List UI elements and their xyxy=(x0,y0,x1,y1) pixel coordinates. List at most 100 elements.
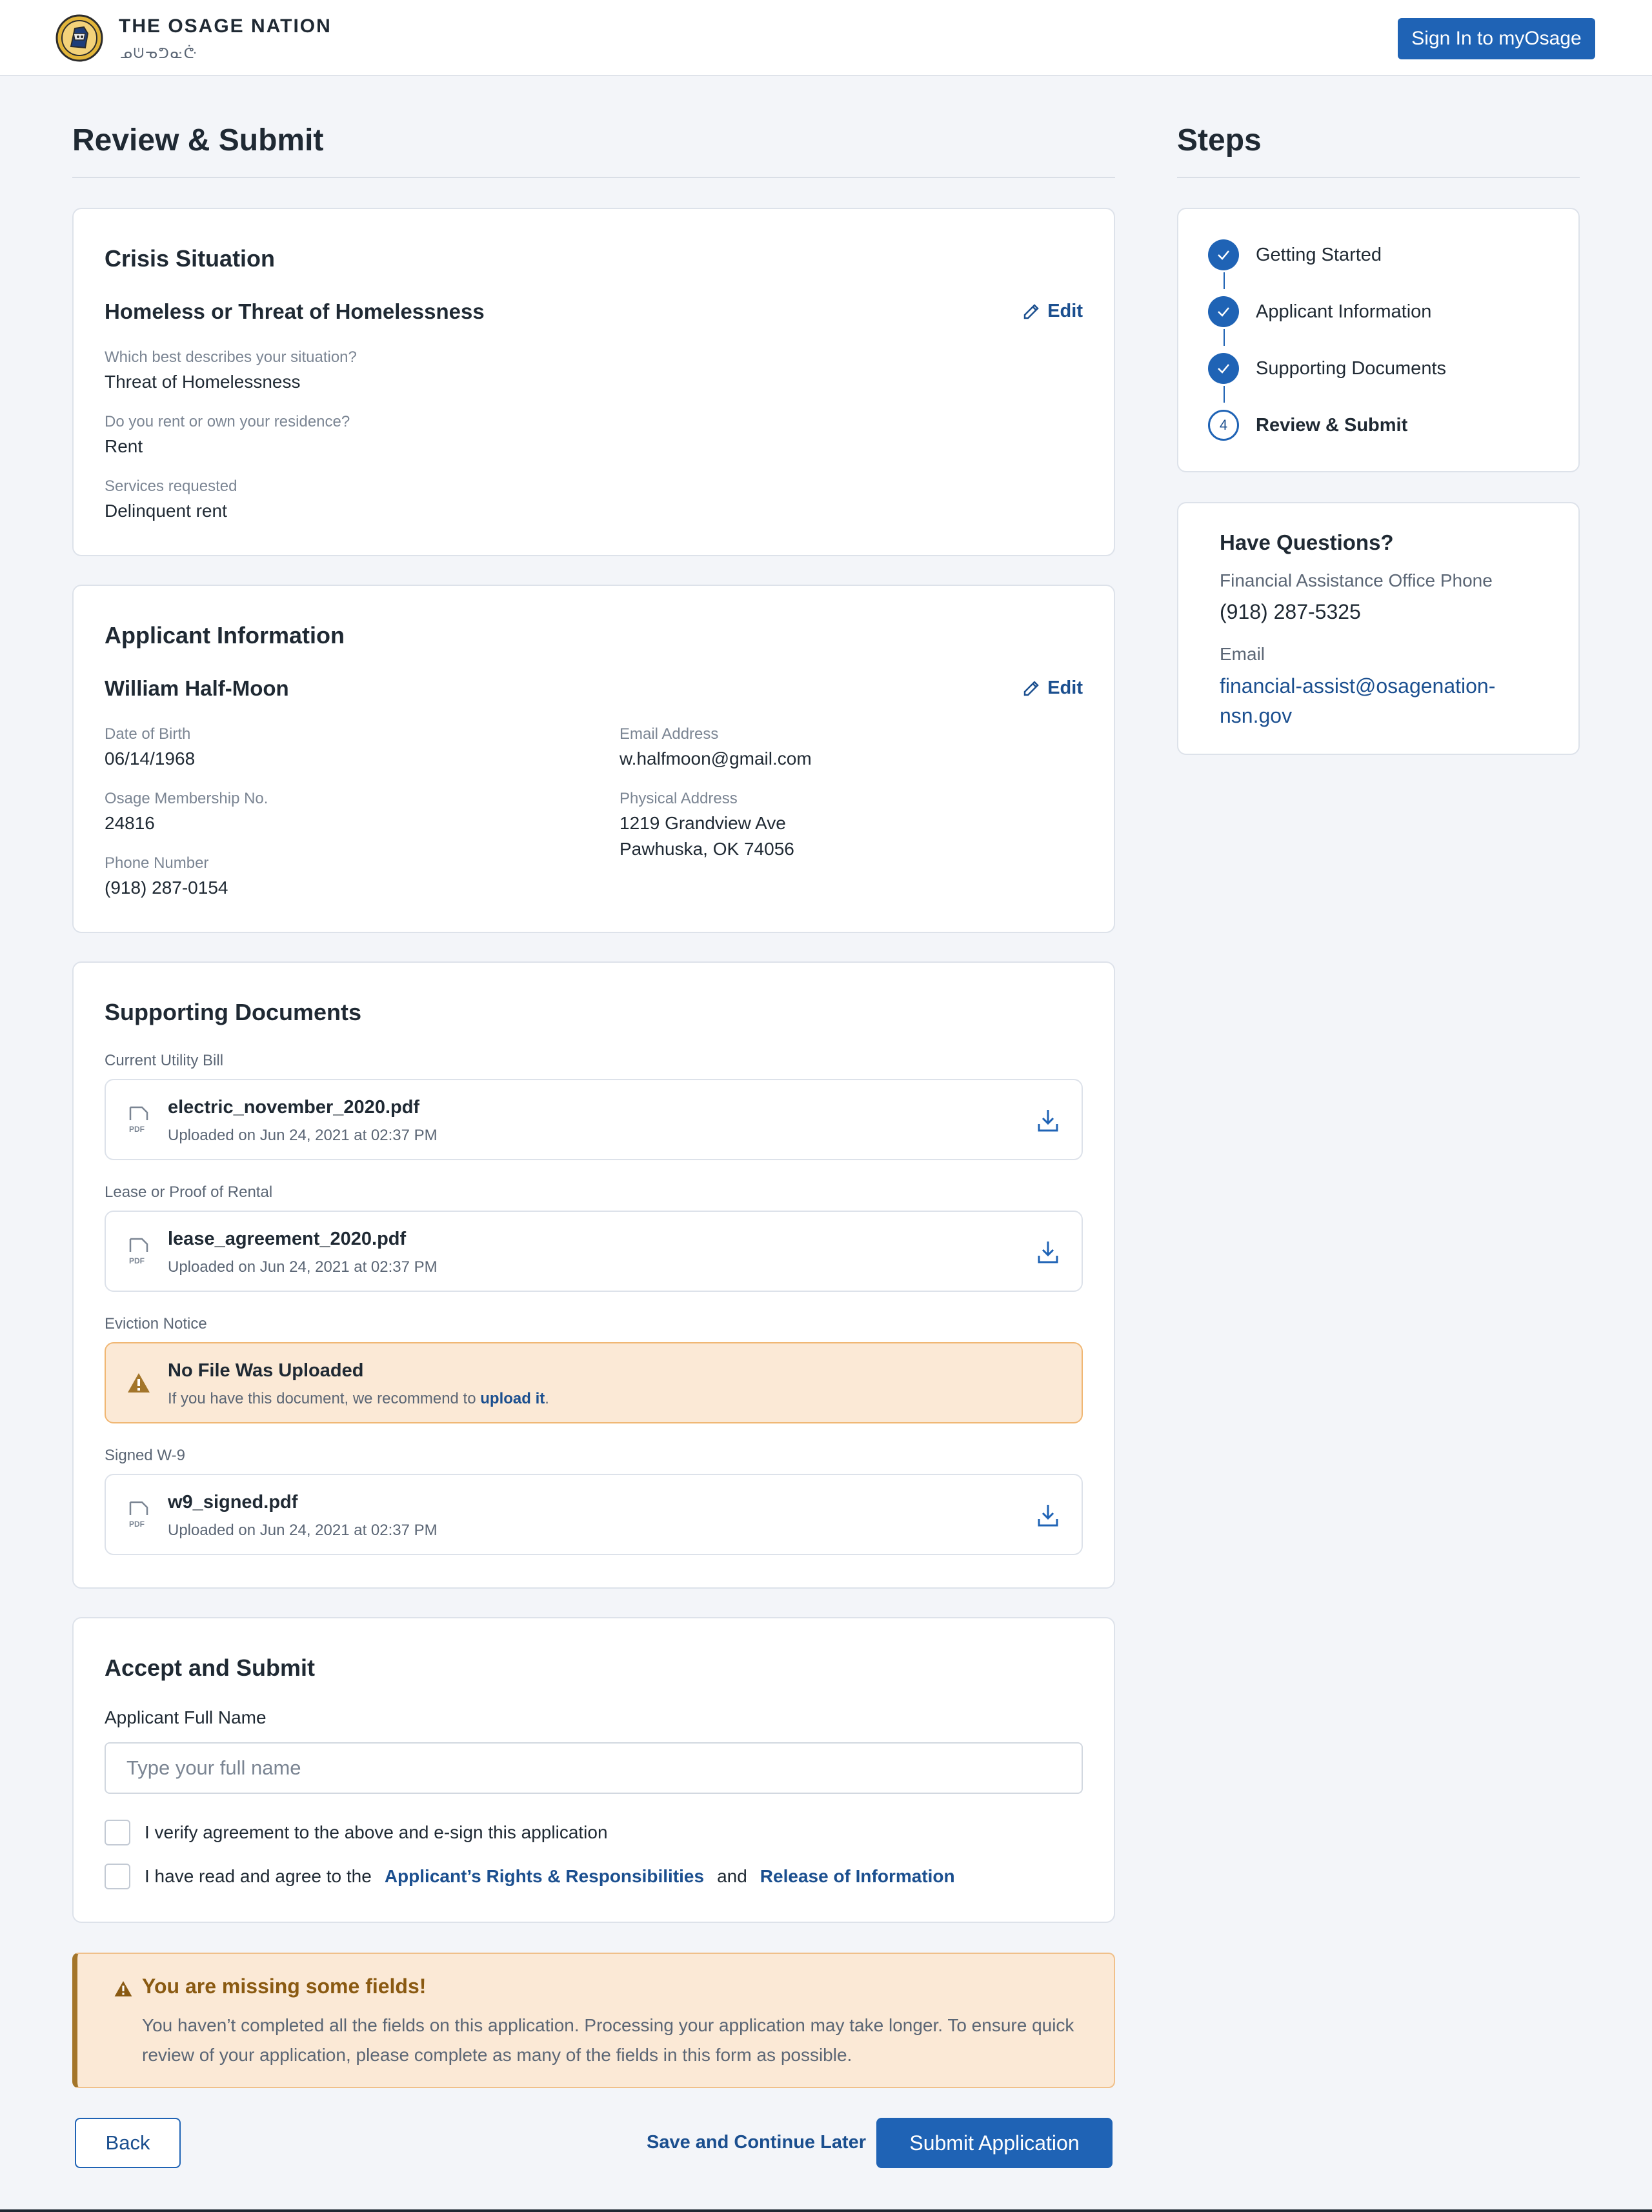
office-phone-label: Financial Assistance Office Phone xyxy=(1220,570,1493,590)
email-value: w.halfmoon@gmail.com xyxy=(620,749,812,769)
applicant-name: William Half-Moon xyxy=(105,676,289,700)
check-icon xyxy=(1208,239,1239,270)
alert-title: You are missing some fields! xyxy=(142,1975,427,1998)
card-title: Crisis Situation xyxy=(105,245,276,272)
step-label: Getting Started xyxy=(1256,244,1382,265)
save-and-continue-later-link[interactable]: Save and Continue Later xyxy=(647,2132,866,2153)
document-row: PDF w9_signed.pdf Uploaded on Jun 24, 20… xyxy=(105,1474,1083,1555)
office-email-label: Email xyxy=(1220,644,1265,664)
document-upload-date: Uploaded on Jun 24, 2021 at 02:37 PM xyxy=(168,1258,438,1276)
step-label: Applicant Information xyxy=(1256,301,1432,322)
verify-agreement-row: I verify agreement to the above and e-si… xyxy=(105,1820,608,1845)
step-connector xyxy=(1224,386,1225,403)
field-value: Delinquent rent xyxy=(105,501,227,521)
document-filename: w9_signed.pdf xyxy=(168,1492,298,1513)
step-connector xyxy=(1224,329,1225,346)
verify-agreement-label: I verify agreement to the above and e-si… xyxy=(145,1822,608,1842)
sign-in-button[interactable]: Sign In to myOsage xyxy=(1398,18,1595,59)
edit-applicant-link[interactable]: Edit xyxy=(1022,678,1083,699)
warning-text-end: . xyxy=(545,1390,549,1407)
address-label: Physical Address xyxy=(620,790,738,807)
edit-label: Edit xyxy=(1047,301,1083,321)
address-line-1: 1219 Grandview Ave xyxy=(620,813,786,833)
and-label: and xyxy=(717,1866,747,1886)
download-icon[interactable] xyxy=(1036,1239,1060,1265)
pdf-file-icon: PDF xyxy=(129,1238,148,1265)
verify-agreement-checkbox[interactable] xyxy=(105,1820,130,1845)
page-title: Review & Submit xyxy=(72,123,324,157)
divider xyxy=(1177,177,1580,178)
missing-fields-alert: You are missing some fields! You haven’t… xyxy=(72,1953,1115,2088)
warning-text-body: If you have this document, we recommend … xyxy=(168,1390,481,1407)
download-icon[interactable] xyxy=(1036,1107,1060,1133)
document-filename: lease_agreement_2020.pdf xyxy=(168,1229,407,1249)
field-value: Rent xyxy=(105,436,143,456)
rights-agreement-row: I have read and agree to the Applicant’s… xyxy=(105,1864,968,1889)
email-label: Email Address xyxy=(620,725,719,743)
step-label: Review & Submit xyxy=(1256,414,1408,436)
steps-title: Steps xyxy=(1177,123,1262,157)
applicant-information-card: Applicant Information William Half-Moon … xyxy=(72,585,1115,933)
release-of-information-link[interactable]: Release of Information xyxy=(760,1866,955,1887)
alert-text: You haven’t completed all the fields on … xyxy=(142,2015,1074,2065)
step-review-submit[interactable]: 4 Review & Submit xyxy=(1208,410,1407,441)
accept-and-submit-card: Accept and Submit Applicant Full Name I … xyxy=(72,1617,1115,1923)
step-getting-started[interactable]: Getting Started xyxy=(1208,239,1382,270)
field-label: Do you rent or own your residence? xyxy=(105,413,350,430)
pdf-tag: PDF xyxy=(129,1125,145,1134)
crisis-situation-card: Crisis Situation Homeless or Threat of H… xyxy=(72,208,1115,556)
office-email-link[interactable]: financial-assist@osagenation-nsn.gov xyxy=(1220,671,1516,730)
address-line-2: Pawhuska, OK 74056 xyxy=(620,839,794,859)
document-upload-date: Uploaded on Jun 24, 2021 at 02:37 PM xyxy=(168,1522,438,1539)
document-filename: electric_november_2020.pdf xyxy=(168,1097,420,1118)
rights-agreement-checkbox[interactable] xyxy=(105,1864,130,1889)
office-phone-value: (918) 287-5325 xyxy=(1220,600,1361,623)
field-label: Services requested xyxy=(105,478,237,495)
phone-value: (918) 287-0154 xyxy=(105,878,228,898)
edit-crisis-link[interactable]: Edit xyxy=(1022,301,1083,322)
step-connector xyxy=(1224,272,1225,289)
step-number-badge: 4 xyxy=(1208,410,1239,441)
warning-icon xyxy=(114,1981,132,1996)
check-icon xyxy=(1208,353,1239,384)
warning-text: If you have this document, we recommend … xyxy=(168,1390,549,1408)
rights-agreement-label: I have read and agree to the xyxy=(145,1866,372,1886)
back-button[interactable]: Back xyxy=(75,2118,181,2168)
questions-title: Have Questions? xyxy=(1220,530,1394,554)
card-title: Accept and Submit xyxy=(105,1654,316,1681)
warning-icon xyxy=(128,1373,150,1393)
document-label: Eviction Notice xyxy=(105,1315,207,1332)
divider xyxy=(72,177,1115,178)
dob-label: Date of Birth xyxy=(105,725,191,743)
dob-value: 06/14/1968 xyxy=(105,749,196,769)
pdf-tag: PDF xyxy=(129,1256,145,1265)
document-row: PDF electric_november_2020.pdf Uploaded … xyxy=(105,1079,1083,1160)
download-icon[interactable] xyxy=(1036,1502,1060,1528)
card-title: Applicant Information xyxy=(105,622,345,649)
document-label: Signed W-9 xyxy=(105,1447,185,1464)
pencil-icon xyxy=(1023,303,1039,319)
supporting-documents-card: Supporting Documents Current Utility Bil… xyxy=(72,961,1115,1589)
edit-label: Edit xyxy=(1047,678,1083,698)
step-supporting-documents[interactable]: Supporting Documents xyxy=(1208,353,1446,384)
missing-document-warning: No File Was Uploaded If you have this do… xyxy=(105,1342,1083,1423)
warning-title: No File Was Uploaded xyxy=(168,1360,364,1381)
upload-it-link[interactable]: upload it xyxy=(480,1390,545,1407)
pencil-icon xyxy=(1023,680,1039,696)
pdf-file-icon: PDF xyxy=(129,1106,148,1134)
top-header: THE OSAGE NATION ᓄᕫᓀᕤᓌᕩ Sign In to myOsa… xyxy=(0,0,1652,76)
document-label: Current Utility Bill xyxy=(105,1052,224,1069)
document-label: Lease or Proof of Rental xyxy=(105,1183,273,1201)
step-label: Supporting Documents xyxy=(1256,357,1446,379)
rights-responsibilities-link[interactable]: Applicant’s Rights & Responsibilities xyxy=(385,1866,704,1887)
full-name-input[interactable] xyxy=(105,1742,1083,1794)
submit-application-button[interactable]: Submit Application xyxy=(876,2118,1113,2168)
pdf-file-icon: PDF xyxy=(129,1501,148,1529)
full-name-label: Applicant Full Name xyxy=(105,1707,267,1727)
osage-nation-seal-logo[interactable] xyxy=(55,14,103,62)
field-label: Which best describes your situation? xyxy=(105,348,357,366)
document-row: PDF lease_agreement_2020.pdf Uploaded on… xyxy=(105,1211,1083,1292)
pdf-tag: PDF xyxy=(129,1520,145,1529)
step-applicant-information[interactable]: Applicant Information xyxy=(1208,296,1431,327)
document-upload-date: Uploaded on Jun 24, 2021 at 02:37 PM xyxy=(168,1127,438,1144)
